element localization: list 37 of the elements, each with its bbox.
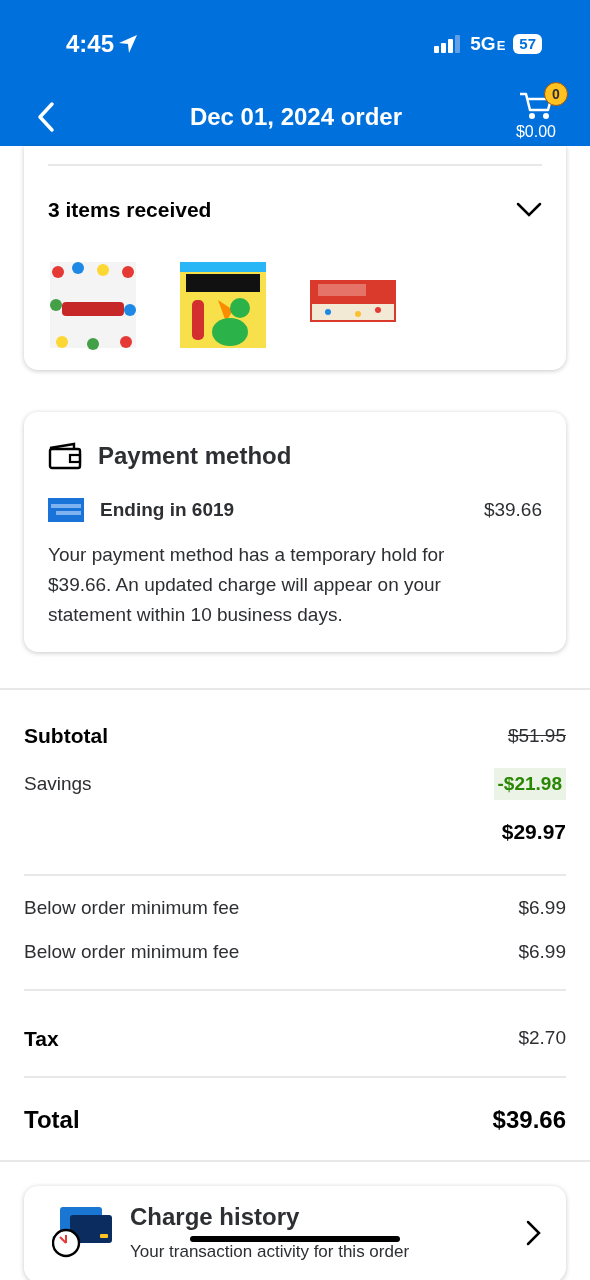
summary-label: Tax (24, 1025, 59, 1052)
charge-history-subtitle: Your transaction activity for this order (130, 1242, 411, 1262)
charge-history-title: Charge history (130, 1204, 301, 1230)
location-arrow-icon (118, 34, 139, 54)
summary-value: $2.70 (518, 1026, 566, 1050)
page-title: Dec 01, 2024 order (188, 102, 404, 132)
network-suffix: E (496, 36, 506, 55)
payment-amount: $39.66 (483, 497, 542, 522)
summary-value: $6.99 (518, 940, 566, 964)
cart-icon[interactable] (518, 90, 554, 120)
summary-label: Below order minimum fee (24, 895, 240, 920)
summary-label: Savings (24, 771, 92, 796)
chevron-down-icon[interactable] (516, 201, 542, 218)
cart-count-badge: 0 (544, 82, 568, 106)
back-icon[interactable] (36, 101, 56, 133)
summary-value: $51.95 (507, 723, 566, 748)
battery-level: 57 (513, 34, 542, 54)
charge-history-card[interactable]: Charge history Your transaction activity for this order (24, 1186, 566, 1280)
chevron-right-icon (526, 1220, 542, 1246)
summary-value: $29.97 (501, 819, 566, 845)
card-label: Ending in 6019 (100, 497, 235, 522)
summary-value: $6.99 (518, 895, 566, 920)
total-value: $39.66 (492, 1105, 566, 1135)
network-label: 5G (470, 31, 496, 56)
payment-heading: Payment method (98, 440, 292, 471)
signal-icon (434, 35, 463, 53)
summary-label: Below order minimum fee (24, 940, 240, 964)
payment-note: Your payment method has a temporary hold for $39.66. An updated charge will appear on your statement within 10 business days. (48, 543, 446, 627)
credit-card-icon (48, 497, 84, 522)
total-label: Total (24, 1105, 80, 1135)
items-heading: 3 items received (48, 197, 212, 223)
clock-time: 4:45 (66, 29, 115, 59)
wallet-icon (48, 441, 82, 470)
summary-label: Subtotal (24, 723, 108, 749)
card-clock-icon (52, 1207, 114, 1259)
cart-total: $0.00 (515, 122, 556, 142)
savings-amount: -$21.98 (493, 767, 566, 800)
